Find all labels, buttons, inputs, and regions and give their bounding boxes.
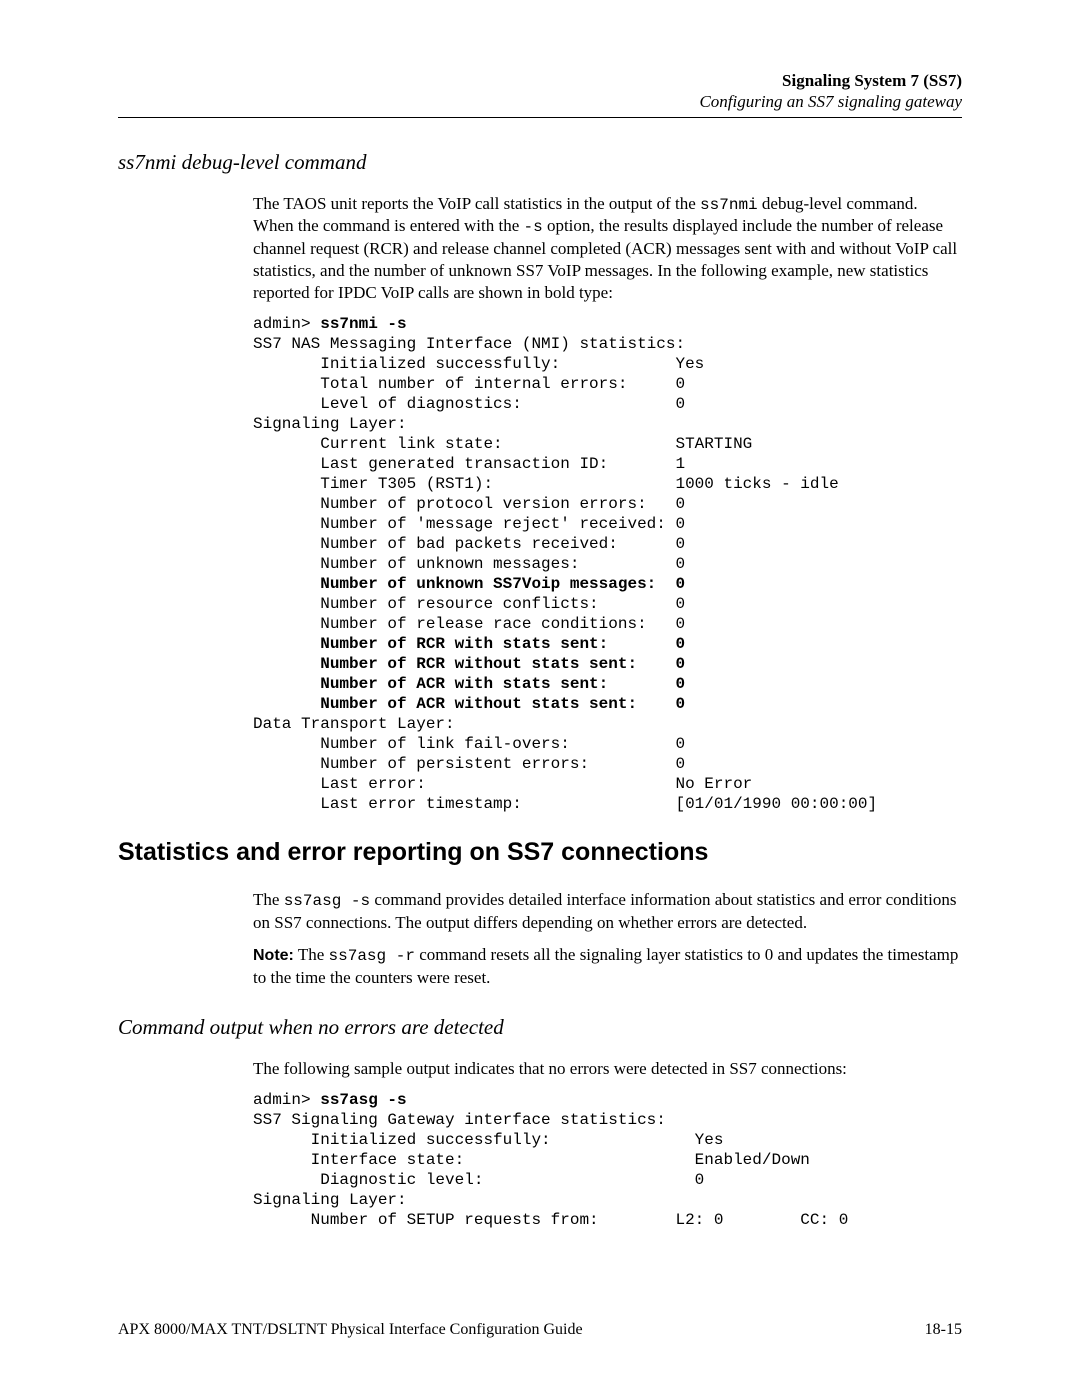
header-title-italic: Configuring an SS7 signaling gateway — [118, 91, 962, 112]
header-rule — [118, 117, 962, 118]
ss7asg-output: admin> ss7asg -s SS7 Signaling Gateway i… — [253, 1090, 962, 1230]
page: Signaling System 7 (SS7) Configuring an … — [0, 0, 1080, 1397]
page-footer: APX 8000/MAX TNT/DSLTNT Physical Interfa… — [118, 1321, 962, 1339]
section-heading-no-errors: Command output when no errors are detect… — [118, 1015, 962, 1040]
footer-right: 18-15 — [925, 1321, 962, 1339]
p1a: The TAOS unit reports the VoIP call stat… — [253, 194, 700, 213]
section-heading-stats-error: Statistics and error reporting on SS7 co… — [118, 838, 962, 867]
header-title-bold: Signaling System 7 (SS7) — [118, 70, 962, 91]
code-ss7nmi: ss7nmi — [700, 196, 758, 214]
section2-note: Note: The ss7asg -r command resets all t… — [253, 944, 962, 989]
footer-left: APX 8000/MAX TNT/DSLTNT Physical Interfa… — [118, 1321, 583, 1339]
section-heading-ss7nmi: ss7nmi debug-level command — [118, 150, 962, 175]
code-ss7asg-r: ss7asg -r — [329, 947, 415, 965]
note-a: The — [294, 945, 329, 964]
s2p1a: The — [253, 890, 284, 909]
code-dash-s: -s — [524, 218, 543, 236]
section1-body: The TAOS unit reports the VoIP call stat… — [253, 193, 962, 815]
code-ss7asg-s: ss7asg -s — [284, 892, 370, 910]
section2-paragraph: The ss7asg -s command provides detailed … — [253, 889, 962, 934]
section3-paragraph: The following sample output indicates th… — [253, 1058, 962, 1080]
page-header: Signaling System 7 (SS7) Configuring an … — [118, 70, 962, 113]
section3-body: The following sample output indicates th… — [253, 1058, 962, 1230]
section1-paragraph: The TAOS unit reports the VoIP call stat… — [253, 193, 962, 305]
note-label: Note: — [253, 947, 294, 964]
ss7nmi-output: admin> ss7nmi -s SS7 NAS Messaging Inter… — [253, 314, 962, 814]
section2-body: The ss7asg -s command provides detailed … — [253, 889, 962, 989]
